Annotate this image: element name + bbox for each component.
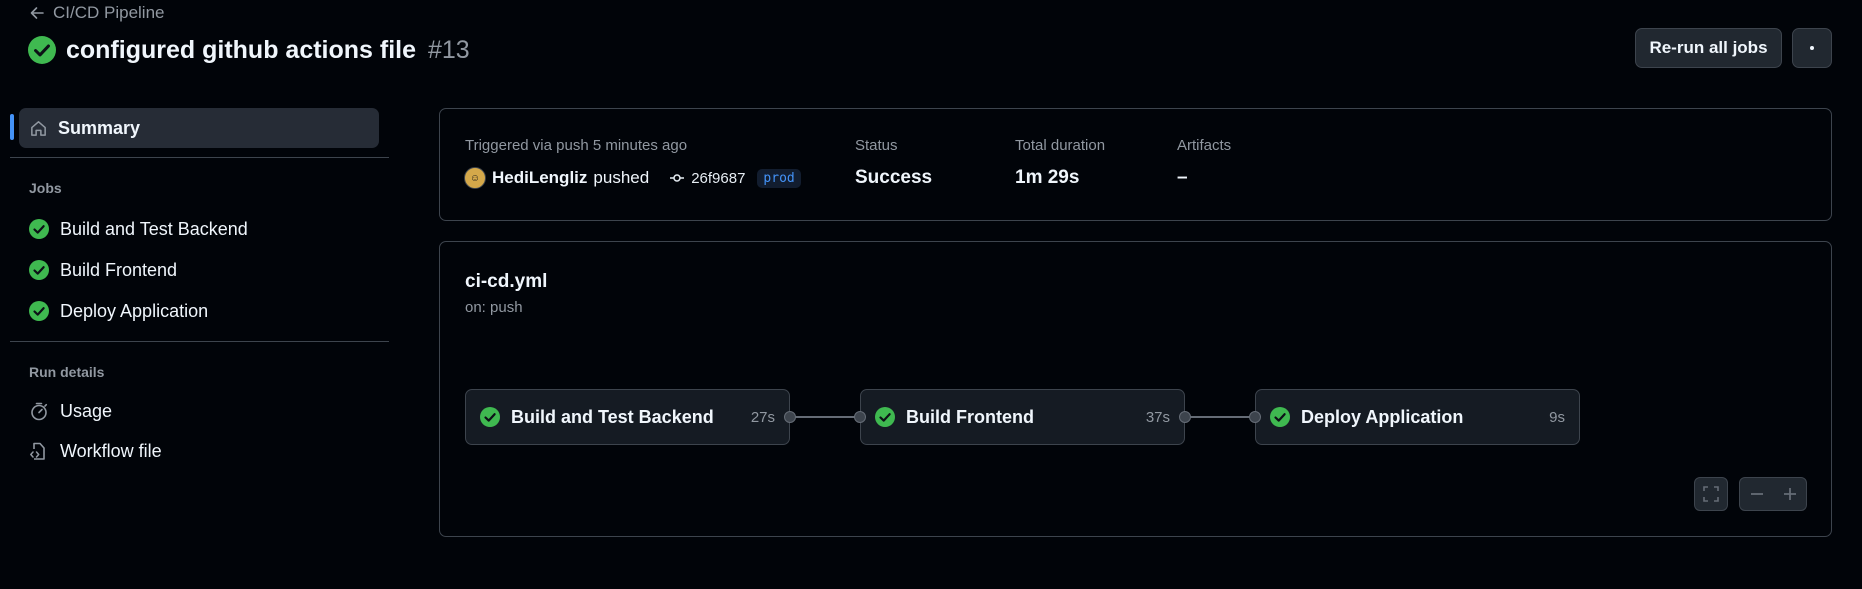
branch-badge[interactable]: prod: [757, 168, 801, 188]
sidebar-item-label: Build and Test Backend: [60, 218, 248, 239]
artifacts-label: Artifacts: [1177, 137, 1232, 154]
back-link[interactable]: CI/CD Pipeline: [29, 2, 165, 24]
sidebar-item-label: Summary: [58, 117, 141, 138]
page-title: configured github actions file: [66, 35, 416, 64]
job-name: Build and Test Backend: [511, 406, 714, 427]
success-check-icon: [1270, 407, 1290, 427]
job-duration: 37s: [1145, 408, 1170, 426]
back-link-label: CI/CD Pipeline: [53, 3, 165, 22]
success-check-icon: [29, 301, 49, 321]
rerun-all-jobs-button[interactable]: Re-run all jobs: [1635, 28, 1782, 68]
commit-link[interactable]: 26f9687: [669, 170, 745, 187]
success-check-icon: [875, 407, 895, 427]
trigger-text: Triggered via push 5 minutes ago: [465, 137, 688, 154]
commit-sha: 26f9687: [691, 169, 746, 187]
job-input-port: [854, 411, 866, 423]
action-text: pushed: [593, 168, 650, 187]
job-output-port: [784, 411, 796, 423]
job-input-port: [1249, 411, 1261, 423]
screen-full-icon: [1703, 486, 1719, 502]
jobs-heading: Jobs: [29, 180, 62, 196]
sidebar-item-summary[interactable]: Summary: [19, 108, 379, 148]
status-label: Status: [855, 137, 898, 154]
sidebar-item-deploy-application[interactable]: Deploy Application: [29, 299, 208, 323]
zoom-controls: [1739, 477, 1807, 511]
git-commit-icon: [670, 174, 685, 182]
run-details-heading: Run details: [29, 364, 105, 380]
job-name: Deploy Application: [1301, 406, 1464, 427]
avatar[interactable]: ☺: [464, 167, 486, 189]
job-output-port: [1179, 411, 1191, 423]
job-name: Build Frontend: [906, 406, 1034, 427]
workflow-trigger: on: push: [465, 299, 523, 316]
actor-line: ☺ HediLengliz pushed 26f9687 prod: [464, 167, 801, 189]
file-code-icon: [30, 442, 45, 460]
fullscreen-button[interactable]: [1694, 477, 1728, 511]
success-check-icon: [29, 260, 49, 280]
sidebar-item-label: Usage: [60, 400, 113, 421]
zoom-out-icon[interactable]: [1748, 485, 1766, 503]
zoom-in-icon[interactable]: [1781, 485, 1799, 503]
sidebar-divider: [10, 157, 389, 158]
success-check-icon: [29, 219, 49, 239]
job-connector: [1185, 416, 1255, 418]
sidebar-item-label: Deploy Application: [60, 300, 209, 321]
job-duration: 27s: [750, 408, 775, 426]
sidebar-item-workflow-file[interactable]: Workflow file: [29, 439, 162, 463]
page-title-row: configured github actions file #13: [28, 33, 470, 67]
actor-link[interactable]: HediLengliz: [492, 168, 587, 188]
job-connector: [790, 416, 860, 418]
run-number: #13: [428, 35, 470, 64]
job-duration: 9s: [1549, 408, 1565, 426]
workflow-file-name: ci-cd.yml: [465, 271, 548, 292]
success-check-icon: [480, 407, 500, 427]
status-value: Success: [855, 167, 933, 188]
sidebar-item-build-frontend[interactable]: Build Frontend: [29, 258, 177, 282]
sidebar-item-label: Build Frontend: [60, 259, 178, 280]
success-check-icon: [28, 36, 56, 64]
more-options-button[interactable]: [1792, 28, 1832, 68]
duration-value: 1m 29s: [1015, 167, 1080, 188]
home-icon: [31, 120, 46, 136]
job-node-deploy-application[interactable]: Deploy Application 9s: [1255, 389, 1580, 445]
active-indicator: [10, 114, 14, 140]
job-node-build-test-backend[interactable]: Build and Test Backend 27s: [465, 389, 790, 445]
duration-label: Total duration: [1015, 137, 1106, 154]
stopwatch-icon: [31, 402, 48, 421]
kebab-horizontal-icon: [1810, 46, 1814, 50]
job-node-build-frontend[interactable]: Build Frontend 37s: [860, 389, 1185, 445]
sidebar-item-usage[interactable]: Usage: [29, 399, 112, 423]
run-summary-card: [439, 108, 1832, 221]
artifacts-value: –: [1177, 167, 1188, 188]
sidebar-item-label: Workflow file: [60, 440, 162, 461]
sidebar-divider: [10, 341, 389, 342]
sidebar-item-build-test-backend[interactable]: Build and Test Backend: [29, 217, 248, 241]
arrow-left-icon: [30, 7, 44, 19]
